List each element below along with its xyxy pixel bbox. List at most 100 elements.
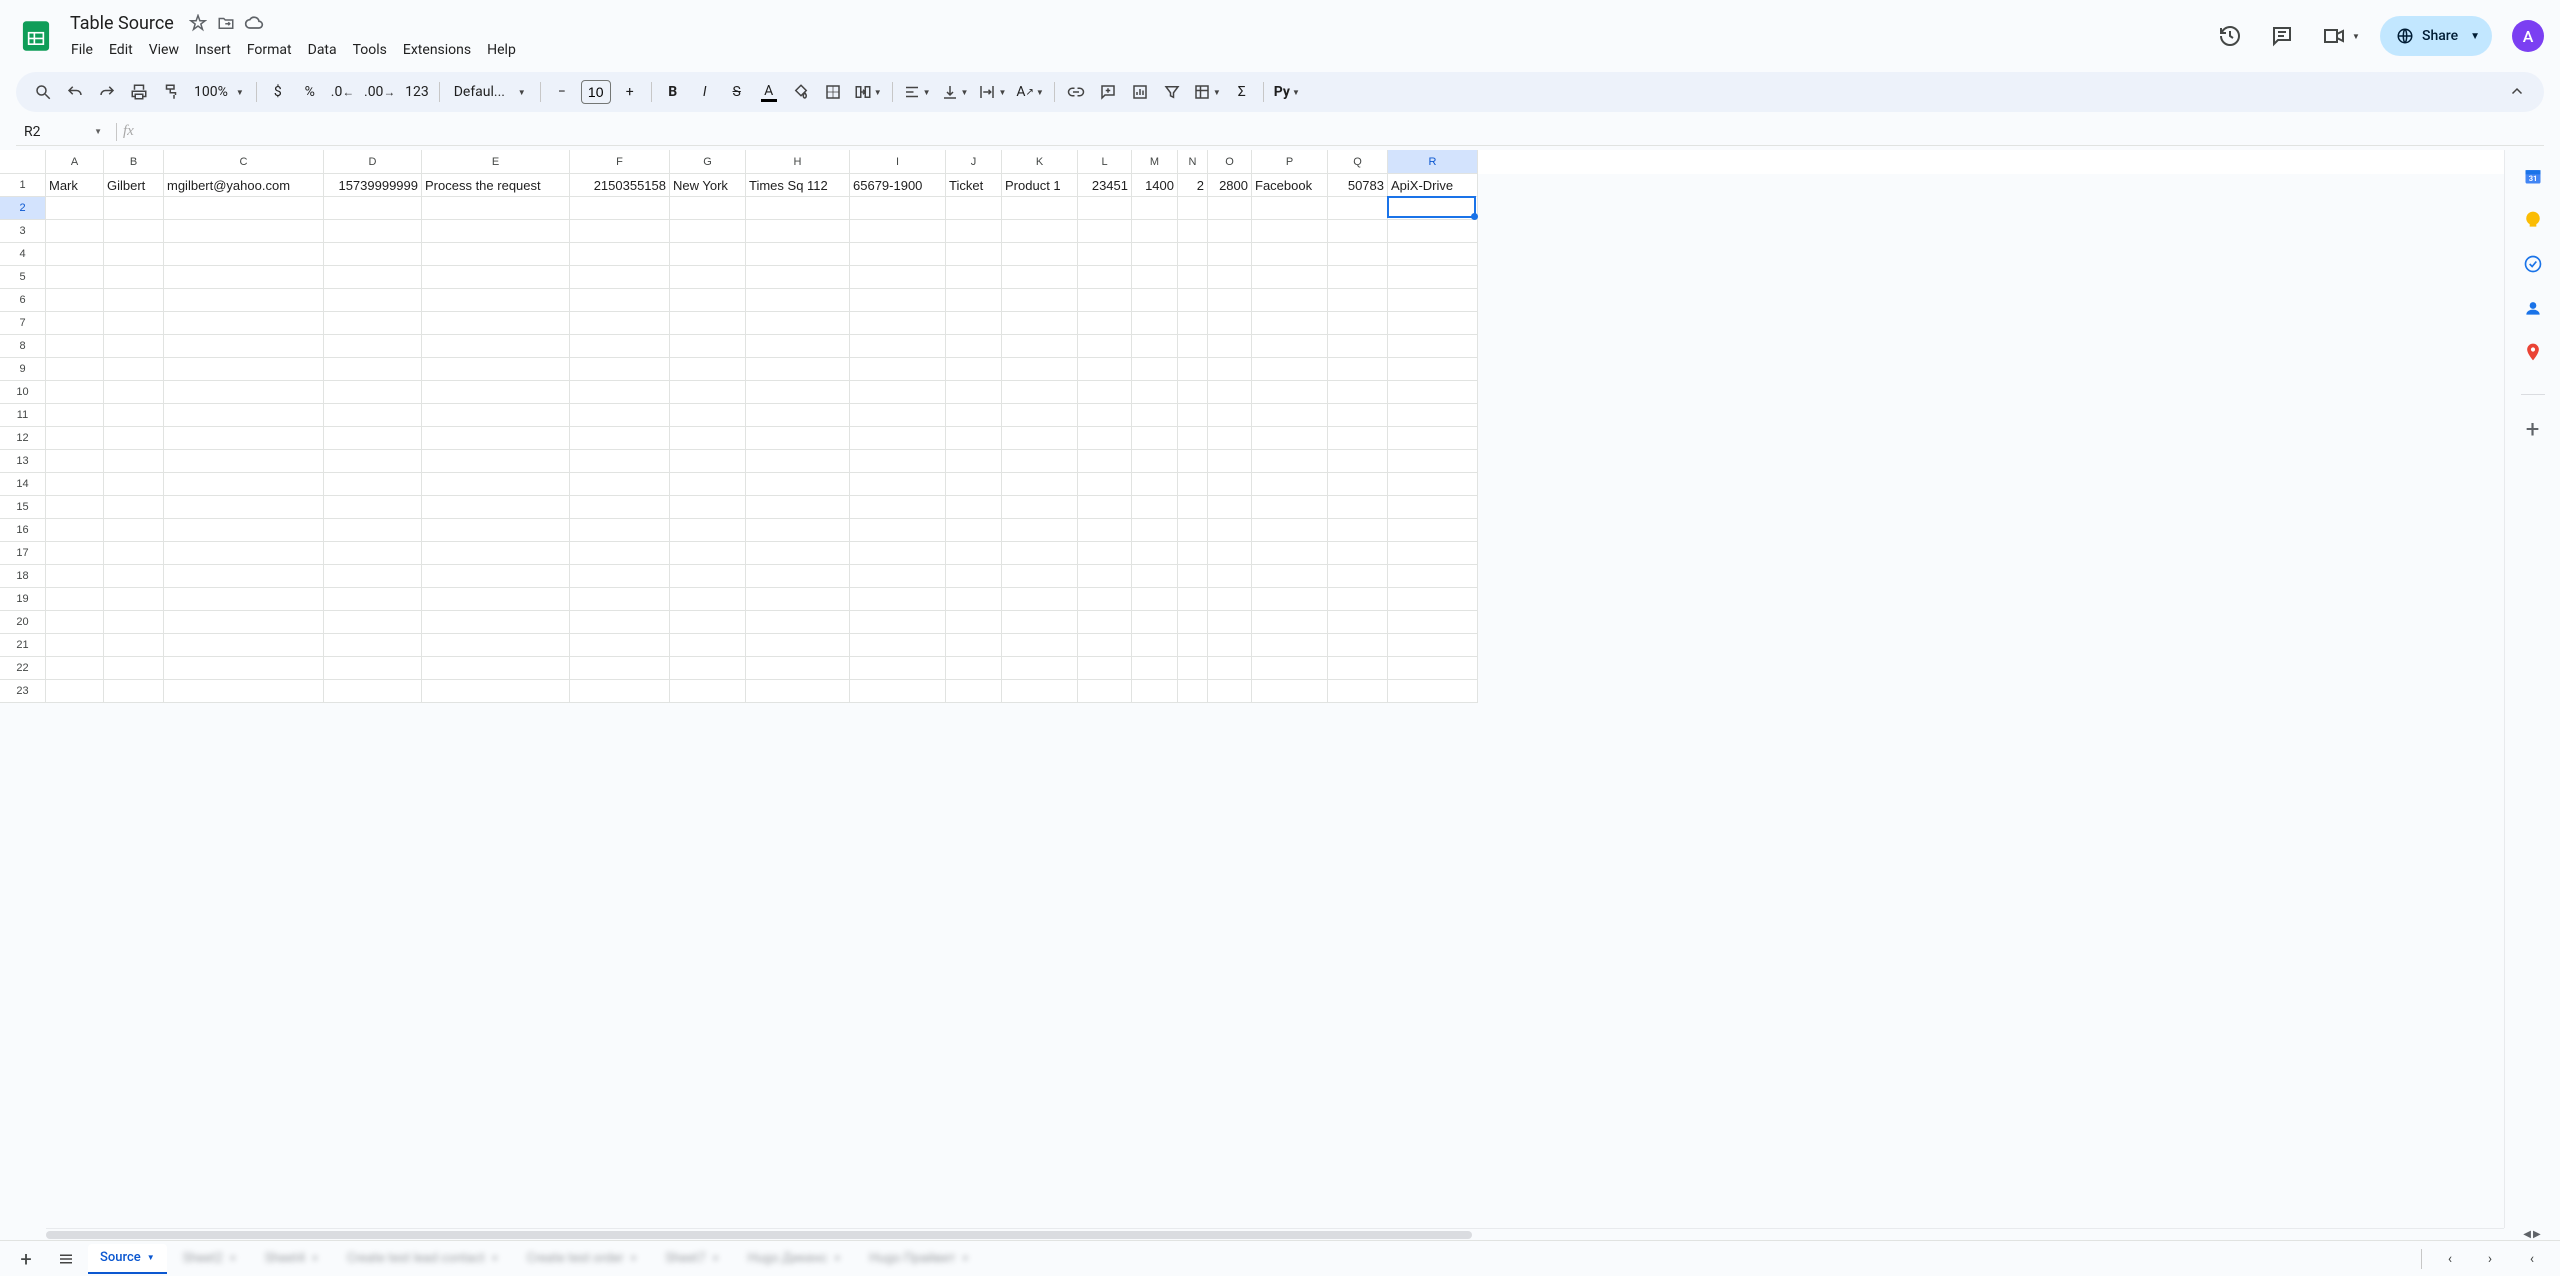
column-header[interactable]: J [946, 150, 1002, 174]
cell[interactable] [1208, 634, 1252, 657]
cell[interactable] [1208, 243, 1252, 266]
cell[interactable] [1002, 496, 1078, 519]
cell[interactable] [422, 450, 570, 473]
cell[interactable] [670, 289, 746, 312]
cell[interactable] [164, 473, 324, 496]
cell[interactable] [670, 312, 746, 335]
cell[interactable] [1078, 588, 1132, 611]
cell[interactable]: Product 1 [1002, 174, 1078, 197]
strikethrough-button[interactable]: S [722, 77, 752, 107]
currency-button[interactable]: $ [263, 77, 293, 107]
row-header[interactable]: 16 [0, 519, 46, 542]
cell[interactable] [164, 266, 324, 289]
cell[interactable] [324, 473, 422, 496]
show-side-panel-icon[interactable]: ‹ [2512, 1251, 2552, 1267]
cell[interactable] [946, 427, 1002, 450]
cell[interactable] [422, 657, 570, 680]
cell[interactable] [1252, 588, 1328, 611]
cell[interactable] [1328, 358, 1388, 381]
cell[interactable] [104, 565, 164, 588]
row-header[interactable]: 18 [0, 565, 46, 588]
print-icon[interactable] [124, 77, 154, 107]
cell[interactable] [324, 312, 422, 335]
cell[interactable] [422, 404, 570, 427]
cell[interactable]: Gilbert [104, 174, 164, 197]
cell[interactable] [1208, 565, 1252, 588]
cell[interactable] [1208, 266, 1252, 289]
cell[interactable] [46, 220, 104, 243]
cell[interactable] [422, 496, 570, 519]
cell[interactable] [746, 381, 850, 404]
cell[interactable] [670, 404, 746, 427]
cell[interactable] [946, 657, 1002, 680]
cell[interactable] [850, 381, 946, 404]
menu-view[interactable]: View [142, 38, 186, 62]
cell[interactable] [1388, 519, 1478, 542]
cell[interactable] [850, 335, 946, 358]
column-header[interactable]: P [1252, 150, 1328, 174]
cell[interactable] [46, 358, 104, 381]
cell[interactable] [104, 358, 164, 381]
cell[interactable] [746, 450, 850, 473]
row-header[interactable]: 2 [0, 197, 46, 220]
cell[interactable] [1252, 634, 1328, 657]
cell[interactable] [1208, 680, 1252, 703]
cell[interactable] [670, 588, 746, 611]
cell[interactable] [1328, 381, 1388, 404]
text-rotation-button[interactable]: A↗▼ [1012, 77, 1047, 107]
decrease-font-icon[interactable]: − [547, 77, 577, 107]
cell[interactable] [104, 588, 164, 611]
cell[interactable] [1078, 197, 1132, 220]
cell[interactable] [1252, 404, 1328, 427]
cell[interactable] [1208, 197, 1252, 220]
redo-icon[interactable] [92, 77, 122, 107]
cell[interactable] [422, 335, 570, 358]
cell[interactable] [946, 496, 1002, 519]
cell[interactable] [850, 588, 946, 611]
cell[interactable] [1002, 473, 1078, 496]
column-header[interactable]: E [422, 150, 570, 174]
cell[interactable] [1132, 197, 1178, 220]
cell[interactable] [1208, 335, 1252, 358]
cell[interactable] [850, 680, 946, 703]
cell[interactable] [324, 634, 422, 657]
row-header[interactable]: 12 [0, 427, 46, 450]
cell[interactable] [746, 335, 850, 358]
cell[interactable] [1002, 565, 1078, 588]
cell[interactable] [46, 427, 104, 450]
cell[interactable] [422, 381, 570, 404]
cell[interactable] [1208, 473, 1252, 496]
cell[interactable] [1252, 289, 1328, 312]
cell[interactable] [670, 519, 746, 542]
cell[interactable] [1208, 427, 1252, 450]
cell[interactable] [1328, 220, 1388, 243]
cell[interactable] [1328, 312, 1388, 335]
cell[interactable] [1178, 473, 1208, 496]
cell[interactable] [946, 243, 1002, 266]
cell[interactable] [1078, 565, 1132, 588]
menu-insert[interactable]: Insert [188, 38, 238, 62]
cell[interactable] [104, 381, 164, 404]
cell[interactable] [1002, 657, 1078, 680]
cell[interactable] [1252, 680, 1328, 703]
cell[interactable] [1328, 243, 1388, 266]
cell[interactable] [1002, 197, 1078, 220]
more-formats-button[interactable]: 123 [401, 77, 433, 107]
menu-format[interactable]: Format [240, 38, 299, 62]
cell[interactable] [46, 289, 104, 312]
cell[interactable] [1328, 404, 1388, 427]
cell[interactable] [850, 358, 946, 381]
cell[interactable] [1252, 473, 1328, 496]
column-header[interactable]: M [1132, 150, 1178, 174]
column-header[interactable]: Q [1328, 150, 1388, 174]
row-header[interactable]: 11 [0, 404, 46, 427]
cell[interactable] [104, 519, 164, 542]
filter-icon[interactable] [1157, 77, 1187, 107]
cell[interactable]: 23451 [1078, 174, 1132, 197]
cell[interactable] [1252, 358, 1328, 381]
cell[interactable] [850, 565, 946, 588]
cell[interactable] [746, 404, 850, 427]
paint-format-icon[interactable] [156, 77, 186, 107]
cell[interactable] [570, 634, 670, 657]
cell[interactable] [1132, 381, 1178, 404]
